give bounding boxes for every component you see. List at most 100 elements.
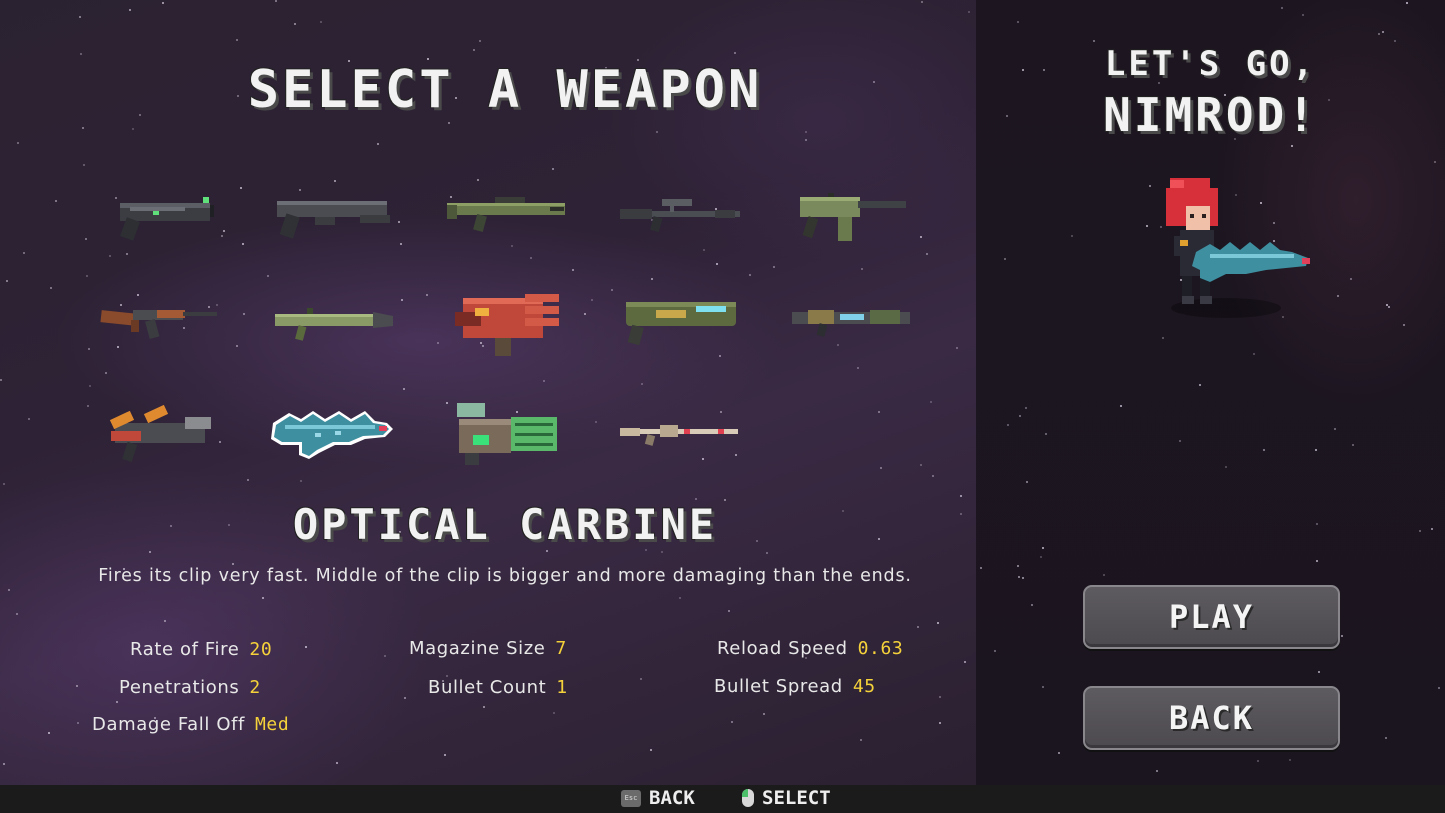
- flame-gun-icon: [109, 404, 211, 463]
- weapon-slot-red-blaster[interactable]: [425, 280, 575, 360]
- star-dot: [553, 712, 555, 714]
- star-dot: [921, 1, 923, 3]
- star-dot: [240, 187, 242, 189]
- rocket-launcher-icon: [275, 308, 393, 341]
- weapon-slot-flame-gun[interactable]: [85, 395, 235, 475]
- star-dot: [860, 739, 862, 741]
- weapon-slot-heavy-pistol[interactable]: [255, 175, 405, 255]
- star-dot: [1071, 235, 1073, 237]
- weapon-slot-green-rifle[interactable]: [425, 175, 575, 255]
- star-dot: [1350, 278, 1352, 280]
- star-dot: [1146, 225, 1148, 227]
- weapon-slot-needle-rifle[interactable]: [600, 395, 750, 475]
- control-hints-bar: Esc BACK SELECT: [0, 785, 1445, 813]
- star-dot: [731, 721, 733, 723]
- star-dot: [857, 367, 859, 369]
- star-dot: [1431, 528, 1433, 530]
- back-hint[interactable]: Esc BACK: [621, 787, 695, 809]
- stat-damage-fall-off: Damage Fall Off Med: [92, 714, 289, 735]
- star-dot: [641, 383, 643, 385]
- star-dot: [939, 722, 941, 724]
- star-dot: [773, 266, 775, 268]
- star-dot: [129, 9, 131, 11]
- weapon-slot-smg[interactable]: [770, 175, 920, 255]
- player-panel: LET'S GO, NIMROD! PLAY BACK: [976, 0, 1445, 785]
- star-dot: [656, 131, 658, 133]
- weapon-slot-gatling-cannon[interactable]: [425, 395, 575, 475]
- select-hint[interactable]: SELECT: [742, 787, 831, 809]
- weapon-slot-plasma-cannon[interactable]: [600, 280, 750, 360]
- select-hint-label: SELECT: [762, 787, 831, 809]
- weapon-slot-sniper-rifle[interactable]: [600, 175, 750, 255]
- star-dot: [300, 480, 302, 482]
- star-dot: [82, 127, 84, 129]
- star-dot: [543, 380, 545, 382]
- star-dot: [861, 268, 863, 270]
- star-dot: [162, 2, 164, 4]
- star-dot: [734, 52, 736, 54]
- star-dot: [320, 21, 322, 23]
- weapon-slot-pistol[interactable]: [85, 175, 235, 255]
- star-dot: [994, 650, 996, 652]
- star-dot: [1386, 304, 1388, 306]
- star-dot: [1042, 686, 1044, 688]
- star-dot: [640, 678, 642, 680]
- star-dot: [267, 275, 269, 277]
- stat-bullet-count: Bullet Count 1: [428, 677, 568, 698]
- star-dot: [1291, 145, 1293, 147]
- star-dot: [1225, 466, 1227, 468]
- weapon-slot-optical-carbine[interactable]: [255, 395, 405, 475]
- star-dot: [247, 479, 249, 481]
- weapon-slot-laser-rifle[interactable]: [770, 280, 920, 360]
- star-dot: [926, 253, 928, 255]
- star-dot: [572, 269, 574, 271]
- star-dot: [968, 11, 970, 13]
- star-dot: [1316, 560, 1318, 562]
- star-dot: [275, 0, 277, 2]
- star-dot: [1004, 258, 1006, 260]
- star-dot: [1017, 565, 1019, 567]
- star-dot: [645, 549, 647, 551]
- star-dot: [6, 280, 8, 282]
- heavy-pistol-icon: [277, 201, 390, 239]
- star-dot: [661, 551, 663, 553]
- green-rifle-icon: [447, 197, 565, 233]
- star-dot: [1040, 556, 1042, 558]
- star-dot: [404, 697, 406, 699]
- star-dot: [80, 53, 82, 55]
- star-dot: [1406, 2, 1408, 4]
- star-dot: [23, 252, 25, 254]
- weapon-slot-rocket-launcher[interactable]: [255, 280, 405, 360]
- back-button-label: BACK: [1168, 699, 1255, 737]
- star-dot: [242, 243, 244, 245]
- star-dot: [0, 379, 2, 381]
- star-dot: [164, 620, 166, 622]
- stat-label: Rate of Fire: [130, 639, 240, 660]
- star-dot: [956, 347, 958, 349]
- star-dot: [1162, 337, 1164, 339]
- back-button[interactable]: BACK: [1083, 686, 1340, 750]
- star-dot: [716, 263, 718, 265]
- star-dot: [1382, 31, 1384, 33]
- star-dot: [1199, 384, 1201, 386]
- star-dot: [1156, 770, 1158, 772]
- star-dot: [1026, 481, 1028, 483]
- play-button[interactable]: PLAY: [1083, 585, 1340, 649]
- star-dot: [1257, 760, 1259, 762]
- star-dot: [132, 128, 134, 130]
- star-dot: [8, 589, 10, 591]
- star-dot: [1179, 440, 1181, 442]
- assault-rifle-icon: [100, 310, 217, 339]
- greeting-text: LET'S GO,: [1104, 44, 1317, 84]
- star-dot: [1385, 737, 1387, 739]
- weapon-slot-assault-rifle[interactable]: [85, 280, 235, 360]
- needle-rifle-icon: [620, 425, 738, 446]
- star-dot: [236, 345, 238, 347]
- star-dot: [149, 551, 151, 553]
- character-sprite: [1166, 178, 1310, 318]
- star-dot: [920, 464, 922, 466]
- star-dot: [1289, 759, 1291, 761]
- star-dot: [1394, 40, 1396, 42]
- star-dot: [763, 713, 765, 715]
- star-dot: [1334, 428, 1336, 430]
